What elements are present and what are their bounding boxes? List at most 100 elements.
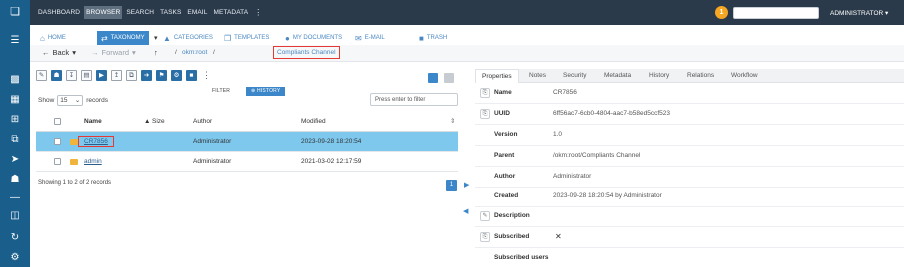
sort-icon[interactable]: ▲ [144, 111, 150, 131]
row-name-link[interactable]: admin [84, 158, 102, 165]
property-description: ✎ Description [475, 206, 904, 227]
move-icon[interactable]: ➜ [141, 70, 152, 81]
add-icon[interactable]: ⊞ [0, 111, 30, 129]
grid-view-icon[interactable] [444, 73, 454, 83]
lock-icon[interactable]: ☗ [0, 171, 30, 189]
list-view-icon[interactable] [428, 73, 438, 83]
breadcrumb-root[interactable]: okm:root [182, 49, 207, 56]
home-icon: ⌂ [40, 33, 45, 43]
network-icon[interactable]: ◫ [0, 207, 30, 225]
tab-notes[interactable]: Notes [529, 69, 546, 83]
history-tab[interactable]: ⊕ HISTORY [246, 87, 286, 96]
breadcrumb-current[interactable]: Compliants Channel [273, 46, 340, 59]
tab-categories[interactable]: ▲ CATEGORIES [159, 31, 217, 45]
expand-right-icon[interactable]: ▶ [464, 181, 469, 189]
trash-icon: ■ [419, 33, 424, 43]
tab-templates-label: TEMPLATES [234, 35, 270, 41]
column-size[interactable]: Size [152, 111, 165, 131]
up-button[interactable]: ↑ [154, 48, 158, 57]
row-checkbox[interactable] [54, 158, 61, 165]
app-logo-icon[interactable]: ❏ [8, 5, 22, 19]
property-value: 6ff56ac7-6cb0-4804-aac7-b58ed5ccf523 [553, 110, 670, 117]
navigation-tabs: ⌂ HOME ⇄ TAXONOMY ▾ ▲ CATEGORIES ❐ TEMPL… [30, 31, 904, 45]
tab-history[interactable]: History [649, 69, 669, 83]
hamburger-menu-icon[interactable]: ☰ [0, 32, 30, 50]
copy-icon[interactable]: ⧉ [0, 131, 30, 149]
tab-categories-label: CATEGORIES [173, 35, 213, 41]
back-button[interactable]: ← Back ▾ [42, 48, 76, 57]
more-menu-icon[interactable]: ⋮ [252, 8, 264, 17]
tab-templates[interactable]: ❐ TEMPLATES [220, 31, 273, 45]
row-modified: 2023-09-28 18:20:54 [301, 138, 362, 145]
filter-tab[interactable]: FILTER [212, 88, 230, 94]
property-created: Created 2023-09-28 18:20:54 by Administr… [475, 186, 904, 207]
table-row[interactable]: CR7856 Administrator 2023-09-28 18:20:54 [36, 132, 458, 152]
file-toolbar: ✎ ☗ ↧ ▤ ▶ ↥ ⧉ ➜ ⚑ ⚙ ■ ⋮ [36, 70, 211, 84]
tab-metadata[interactable]: Metadata [604, 69, 631, 83]
copy-icon[interactable]: ⧉ [126, 70, 137, 81]
tab-email[interactable]: ✉ E-MAIL [351, 31, 389, 45]
copy-icon[interactable]: ⎘ [480, 88, 490, 98]
download-icon[interactable]: ↧ [66, 70, 77, 81]
edit-icon[interactable]: ✎ [36, 70, 47, 81]
page-size-value: 15 [60, 97, 68, 104]
nav-email[interactable]: EMAIL [185, 6, 209, 19]
forward-button[interactable]: → Forward ▾ [91, 48, 136, 57]
collapse-left-icon[interactable]: ◀ [463, 207, 468, 215]
tab-home-label: HOME [47, 35, 66, 41]
tab-trash[interactable]: ■ TRASH [415, 31, 451, 45]
property-name: ⎘ Name CR7856 [475, 83, 904, 104]
forward-label: Forward [101, 48, 130, 57]
nav-dashboard[interactable]: DASHBOARD [36, 6, 82, 19]
new-folder-icon[interactable]: ▦ [0, 91, 30, 109]
property-value: Administrator [553, 173, 592, 180]
upload-icon[interactable]: ↥ [111, 70, 122, 81]
tab-home[interactable]: ⌂ HOME [36, 31, 70, 45]
nav-search[interactable]: SEARCH [124, 6, 156, 19]
tab-taxonomy-label: TAXONOMY [110, 35, 145, 41]
send-icon[interactable]: ➤ [0, 151, 30, 169]
tab-taxonomy[interactable]: ⇄ TAXONOMY [97, 31, 149, 45]
column-modified[interactable]: Modified [301, 111, 326, 131]
subscribe-icon[interactable]: ⎘ [480, 232, 490, 242]
settings-icon[interactable]: ⚙ [171, 70, 182, 81]
copy-icon[interactable]: ⎘ [480, 109, 490, 119]
bookmark-icon[interactable]: ⚑ [156, 70, 167, 81]
tab-properties[interactable]: Properties [475, 69, 519, 83]
arrow-left-icon: ← [42, 48, 50, 57]
refresh-icon[interactable]: ↻ [0, 229, 30, 247]
notification-badge[interactable]: 1 [715, 6, 728, 19]
column-name[interactable]: Name [84, 111, 102, 131]
settings-icon[interactable]: ⚙ [0, 249, 30, 267]
play-icon[interactable]: ▶ [96, 70, 107, 81]
properties-tabs: Properties Notes Security Metadata Histo… [475, 69, 904, 83]
breadcrumb-separator: / [213, 49, 215, 56]
nav-browser[interactable]: BROWSER [84, 6, 123, 19]
page-size-select[interactable]: 15 ⌄ [57, 95, 84, 106]
select-all-checkbox[interactable] [54, 117, 61, 125]
edit-icon[interactable]: ✎ [480, 211, 490, 221]
row-name-link[interactable]: CR7856 [78, 136, 114, 147]
sort-toggle-icon[interactable]: ⇕ [450, 111, 455, 131]
delete-icon[interactable]: ■ [186, 70, 197, 81]
property-label: UUID [494, 110, 510, 117]
nav-tasks[interactable]: TASKS [158, 6, 183, 19]
top-search-input[interactable] [733, 7, 819, 19]
lock-icon[interactable]: ☗ [51, 70, 62, 81]
templates-icon: ❐ [224, 33, 232, 43]
categories-icon: ▲ [163, 33, 171, 43]
page-button[interactable]: 1 [446, 180, 457, 191]
row-checkbox[interactable] [54, 138, 61, 145]
tab-workflow[interactable]: Workflow [731, 69, 758, 83]
tab-relations[interactable]: Relations [687, 69, 714, 83]
new-document-icon[interactable]: ▩ [0, 71, 30, 89]
tab-my-documents[interactable]: ● MY DOCUMENTS [281, 31, 346, 45]
column-author[interactable]: Author [193, 111, 212, 131]
tab-security[interactable]: Security [563, 69, 586, 83]
user-menu[interactable]: ADMINISTRATOR ▾ [830, 9, 888, 17]
filter-input[interactable]: Press enter to filter [370, 93, 458, 106]
table-row[interactable]: admin Administrator 2021-03-02 12:17:59 [36, 152, 458, 172]
more-actions-icon[interactable]: ⋮ [201, 70, 211, 84]
nav-metadata[interactable]: METADATA [211, 6, 250, 19]
print-icon[interactable]: ▤ [81, 70, 92, 81]
